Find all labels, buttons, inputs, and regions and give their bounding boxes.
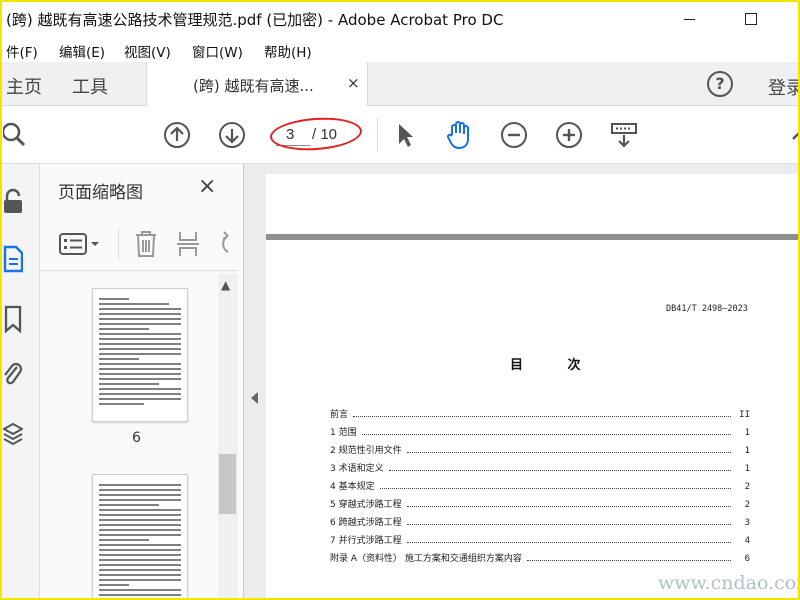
panel-title: 页面缩略图: [58, 183, 143, 203]
menu-view[interactable]: 视图(V): [124, 41, 171, 61]
app-window: (跨) 越既有高速公路技术管理规范.pdf (已加密) - Adobe Acro…: [0, 0, 800, 600]
scroll-up-icon[interactable]: ▲: [221, 278, 230, 292]
left-nav-strip: [2, 164, 40, 598]
toolbar: / 10: [2, 106, 798, 164]
toc-row[interactable]: 7 并行式涉路工程 4: [330, 528, 750, 546]
tab-bar: 主页 工具 (跨) 越既有高速... × ? 登录: [2, 62, 798, 107]
scrollbar-thumb[interactable]: [219, 454, 236, 514]
document-code: DB41/T 2498—2023: [666, 304, 748, 314]
menu-file[interactable]: 件(F): [6, 41, 38, 61]
page-thumbnails-panel: 页面缩略图 × 6 ▲: [40, 164, 244, 598]
extract-pages-icon[interactable]: [176, 230, 200, 262]
zoom-out-icon[interactable]: [500, 121, 528, 149]
tab-close-icon[interactable]: ×: [347, 74, 360, 92]
toc-row[interactable]: 6 跨越式涉路工程 3: [330, 510, 750, 528]
page-total: / 10: [312, 126, 338, 143]
toc-row[interactable]: 附录 A（资料性） 施工方案和交通组织方案内容 6: [330, 546, 750, 564]
next-page-icon[interactable]: [218, 121, 246, 149]
panel-divider: [40, 270, 238, 271]
panel-close-icon[interactable]: ×: [198, 174, 216, 199]
previous-page-icon[interactable]: [163, 121, 191, 149]
hand-tool-icon[interactable]: [445, 121, 473, 150]
toc-row[interactable]: 前言 II: [330, 402, 750, 420]
minimize-button[interactable]: [666, 2, 712, 36]
signin-button[interactable]: 登录: [768, 74, 798, 100]
toolbar-divider: [377, 118, 378, 152]
page-thumbnail[interactable]: [92, 474, 188, 598]
more-tools-icon[interactable]: [784, 121, 798, 149]
search-icon[interactable]: [2, 121, 30, 149]
select-pointer-icon[interactable]: [391, 121, 419, 149]
toc-row[interactable]: 3 术语和定义 1: [330, 456, 750, 474]
page-thumbnails-icon[interactable]: [2, 244, 24, 274]
tab-document-label: (跨) 越既有高速...: [193, 77, 314, 95]
page-thumbnail[interactable]: [92, 288, 188, 422]
collapse-panel-icon[interactable]: [251, 392, 258, 404]
thumbnail-toolbar-divider: [118, 228, 119, 260]
toc-row[interactable]: 2 规范性引用文件 1: [330, 438, 750, 456]
table-of-contents: 前言 II 1 范围 1 2 规范性引用文件 1 3 术语和定义 1 4 基本规定 2 5…: [330, 402, 750, 564]
toc-row[interactable]: 4 基本规定 2: [330, 474, 750, 492]
toc-row[interactable]: 5 穿越式涉路工程 2: [330, 492, 750, 510]
thumbnail-scrollbar[interactable]: ▲: [218, 274, 238, 598]
attachment-icon[interactable]: [2, 360, 24, 390]
window-title: (跨) 越既有高速公路技术管理规范.pdf (已加密) - Adobe Acro…: [6, 11, 504, 29]
toc-title: 目 次: [510, 358, 601, 373]
toc-row[interactable]: 1 范围 1: [330, 420, 750, 438]
zoom-in-icon[interactable]: [555, 121, 583, 149]
layers-icon[interactable]: [2, 420, 24, 450]
menu-window[interactable]: 窗口(W): [192, 41, 243, 61]
thumbnail-list: 6: [40, 274, 218, 598]
help-icon[interactable]: ?: [707, 71, 733, 97]
delete-page-icon[interactable]: [134, 230, 158, 262]
tab-document[interactable]: (跨) 越既有高速... ×: [146, 62, 368, 107]
thumbnail-toolbar: [40, 220, 244, 270]
thumbnail-page-label: 6: [132, 430, 141, 446]
maximize-button[interactable]: [728, 2, 774, 36]
menu-bar: 件(F) 编辑(E) 视图(V) 窗口(W) 帮助(H): [2, 36, 798, 62]
tab-tools[interactable]: 工具: [72, 73, 108, 99]
keyboard-tool-icon[interactable]: [610, 121, 638, 149]
rotate-page-icon[interactable]: [216, 230, 230, 262]
bookmark-icon[interactable]: [2, 304, 24, 334]
tab-home[interactable]: 主页: [6, 73, 42, 99]
lock-icon[interactable]: [2, 186, 24, 216]
options-menu-icon[interactable]: [58, 232, 102, 260]
title-bar: (跨) 越既有高速公路技术管理规范.pdf (已加密) - Adobe Acro…: [2, 2, 798, 36]
menu-edit[interactable]: 编辑(E): [59, 41, 105, 61]
page-top-rule: [266, 234, 798, 240]
menu-help[interactable]: 帮助(H): [264, 41, 312, 61]
page-number-input[interactable]: [276, 124, 310, 146]
watermark-text: www.cndao.com: [658, 572, 800, 594]
page-navigator: / 10: [268, 114, 364, 154]
